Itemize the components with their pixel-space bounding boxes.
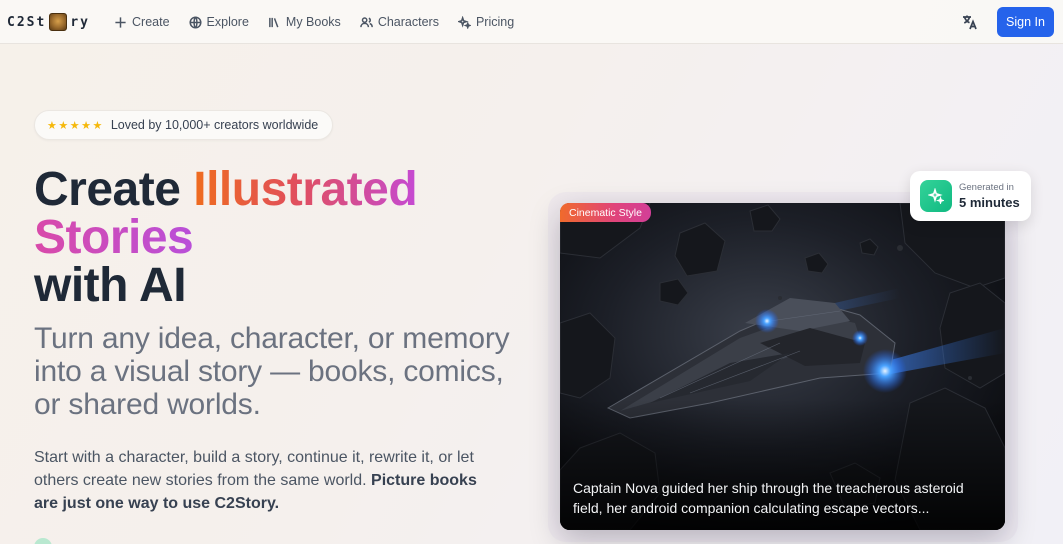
nav-characters[interactable]: Characters [359,15,439,29]
logo-text-left: C2St [7,14,47,30]
nav-my-books-label: My Books [285,15,341,29]
language-button[interactable] [960,12,980,32]
top-navbar: C2St ry Create Explore My Books Characte… [0,0,1063,44]
sign-in-button[interactable]: Sign In [997,7,1054,37]
nav-explore-label: Explore [206,15,249,29]
hero-description: Start with a character, build a story, c… [34,446,504,515]
plus-icon [115,16,126,28]
generated-value: 5 minutes [959,195,1020,210]
rating-stars-icon: ★★★★★ [47,118,104,132]
hero-subheading: Turn any idea, character, or memory into… [34,322,510,421]
sparkle-icon [920,180,952,212]
story-caption: Captain Nova guided her ship through the… [573,480,964,516]
nav-my-books[interactable]: My Books [268,15,341,29]
generated-label: Generated in [959,182,1014,193]
nav-links: Create Explore My Books Characters Prici… [114,0,533,44]
social-proof-text: Loved by 10,000+ creators worldwide [110,118,319,132]
logo-emblem-icon [49,13,68,31]
nav-explore[interactable]: Explore [188,15,249,29]
users-icon [359,16,373,27]
headline-accent-illustrated: Illustrated [193,163,418,216]
nav-characters-label: Characters [377,15,439,29]
sparkles-icon [457,15,471,29]
globe-icon [188,15,202,29]
nav-create[interactable]: Create [114,15,170,29]
translate-icon [963,15,977,30]
c2story-logo[interactable]: C2St ry [7,11,90,33]
nav-pricing[interactable]: Pricing [457,15,515,29]
generation-time-card: Generated in 5 minutes [910,171,1031,221]
style-tag-badge: Cinematic Style [560,203,651,222]
nav-create-label: Create [132,15,170,29]
hero-headline: Create Illustrated Stories with AI [34,166,514,310]
headline-part3: with AI [34,259,187,312]
headline-accent-stories: Stories [34,211,194,264]
cta-peek-icon [34,538,52,544]
nav-pricing-label: Pricing [475,15,515,29]
library-icon [269,17,279,27]
headline-part1: Create [34,163,194,216]
generation-time-text: Generated in 5 minutes [959,181,1020,211]
social-proof-badge: ★★★★★ Loved by 10,000+ creators worldwid… [34,110,333,140]
logo-text-right: ry [70,14,90,30]
